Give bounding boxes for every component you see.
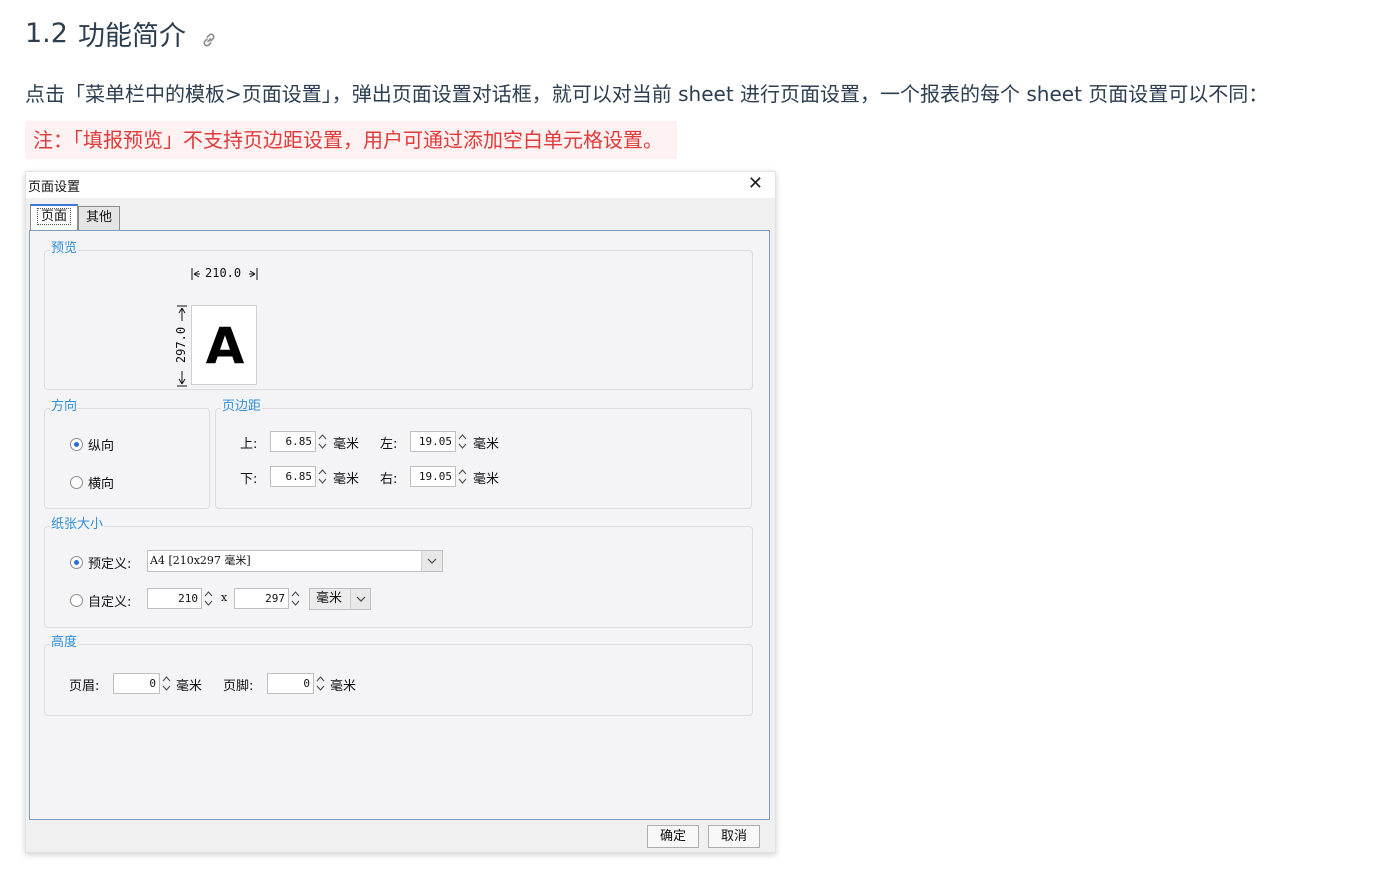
custom-width-input[interactable]: 210 — [147, 588, 202, 609]
landscape-label: 横向 — [88, 477, 115, 492]
custom-unit-value: 毫米 — [316, 591, 343, 606]
portrait-radio[interactable] — [70, 438, 83, 451]
dialog-body: 页面 其他 预览 210.0 297.0 A 方向 纵向 横向 页边距 上: 6… — [26, 198, 775, 852]
page-setup-dialog: 页面设置 ✕ 页面 其他 预览 210.0 297.0 A 方向 纵向 横向 页… — [25, 171, 776, 853]
paper-size-group-title: 纸张大小 — [50, 517, 105, 533]
header-height-unit: 毫米 — [176, 679, 203, 694]
orientation-group: 方向 纵向 横向 — [44, 399, 210, 509]
header-footer-group-title: 高度 — [50, 635, 79, 651]
custom-height-spin-arrows[interactable] — [289, 588, 302, 609]
custom-unit-select[interactable]: 毫米 — [309, 588, 371, 610]
predefined-radio[interactable] — [70, 556, 83, 569]
margin-top-unit: 毫米 — [333, 437, 360, 452]
margin-top-label: 上: — [240, 437, 258, 452]
preview-group: 预览 210.0 297.0 A — [44, 241, 753, 390]
custom-height-input[interactable]: 297 — [234, 588, 289, 609]
predefined-size-select[interactable]: A4 [210x297 毫米] — [147, 550, 443, 572]
margin-left-label: 左: — [380, 437, 398, 452]
margin-bottom-label: 下: — [240, 472, 258, 487]
chevron-down-icon[interactable] — [350, 589, 370, 609]
tab-panel-page: 预览 210.0 297.0 A 方向 纵向 横向 页边距 上: 6.85 毫米… — [29, 230, 770, 820]
margins-group-title: 页边距 — [221, 399, 263, 415]
preview-group-title: 预览 — [50, 241, 79, 257]
warning-note: 注：「填报预览」不支持页边距设置，用户可通过添加空白单元格设置。 — [25, 121, 677, 159]
landscape-radio[interactable] — [70, 476, 83, 489]
intro-paragraph: 点击「菜单栏中的模板>页面设置」，弹出页面设置对话框，就可以对当前 sheet … — [25, 82, 1269, 106]
header-height-spin-arrows[interactable] — [160, 673, 173, 694]
portrait-label: 纵向 — [88, 439, 115, 454]
margin-right-unit: 毫米 — [473, 472, 500, 487]
margin-right-input[interactable]: 19.05 — [410, 466, 456, 487]
footer-height-label: 页脚: — [223, 679, 254, 694]
orientation-group-title: 方向 — [50, 399, 79, 415]
spin-arrows-icon — [318, 469, 327, 484]
header-height-label: 页眉: — [69, 679, 100, 694]
tab-page-label: 页面 — [36, 208, 71, 225]
predefined-size-value: A4 [210x297 毫米] — [150, 554, 251, 567]
chevron-down-icon[interactable] — [421, 551, 442, 571]
tab-other[interactable]: 其他 — [78, 206, 120, 230]
footer-height-unit: 毫米 — [330, 679, 357, 694]
link-icon[interactable] — [200, 25, 218, 46]
preview-letter: A — [205, 317, 245, 375]
margin-left-unit: 毫米 — [473, 437, 500, 452]
custom-label: 自定义: — [88, 595, 132, 610]
margin-bottom-unit: 毫米 — [333, 472, 360, 487]
custom-radio[interactable] — [70, 594, 83, 607]
spin-arrows-icon — [162, 676, 171, 691]
times-symbol: x — [221, 591, 228, 604]
custom-width-spin-arrows[interactable] — [202, 588, 215, 609]
spin-arrows-icon — [204, 591, 213, 606]
header-height-input[interactable]: 0 — [113, 673, 160, 694]
spin-arrows-icon — [458, 434, 467, 449]
section-heading: 1.2 功能简介 — [25, 14, 218, 53]
margin-bottom-input[interactable]: 6.85 — [270, 466, 316, 487]
dialog-title: 页面设置 — [28, 180, 81, 195]
margin-top-input[interactable]: 6.85 — [270, 431, 316, 452]
margin-right-spin-arrows[interactable] — [456, 466, 469, 487]
margins-group: 页边距 上: 6.85 毫米 左: 19.05 毫米 下: 6.85 毫米 右:… — [215, 399, 752, 509]
close-icon[interactable]: ✕ — [748, 173, 763, 194]
margin-left-spin-arrows[interactable] — [456, 431, 469, 452]
predefined-label: 预定义: — [88, 557, 132, 572]
margin-top-spin-arrows[interactable] — [316, 431, 329, 452]
margin-right-label: 右: — [380, 472, 398, 487]
spin-arrows-icon — [318, 434, 327, 449]
spin-arrows-icon — [458, 469, 467, 484]
preview-paper: A — [191, 305, 257, 385]
paper-size-group: 纸张大小 预定义: A4 [210x297 毫米] 自定义: 210 x 297… — [44, 517, 753, 628]
ok-button[interactable]: 确定 — [647, 825, 699, 848]
header-footer-group: 高度 页眉: 0 毫米 页脚: 0 毫米 — [44, 635, 753, 716]
margin-bottom-spin-arrows[interactable] — [316, 466, 329, 487]
footer-height-spin-arrows[interactable] — [314, 673, 327, 694]
margin-left-input[interactable]: 19.05 — [410, 431, 456, 452]
spin-arrows-icon — [291, 591, 300, 606]
spin-arrows-icon — [316, 676, 325, 691]
heading-text: 功能简介 — [77, 21, 186, 52]
heading-number: 1.2 — [25, 18, 68, 49]
preview-height-label: 297.0 — [174, 326, 189, 364]
tab-page[interactable]: 页面 — [30, 204, 78, 230]
preview-width-label: 210.0 — [205, 266, 242, 280]
footer-height-input[interactable]: 0 — [267, 673, 314, 694]
cancel-button[interactable]: 取消 — [708, 825, 760, 848]
